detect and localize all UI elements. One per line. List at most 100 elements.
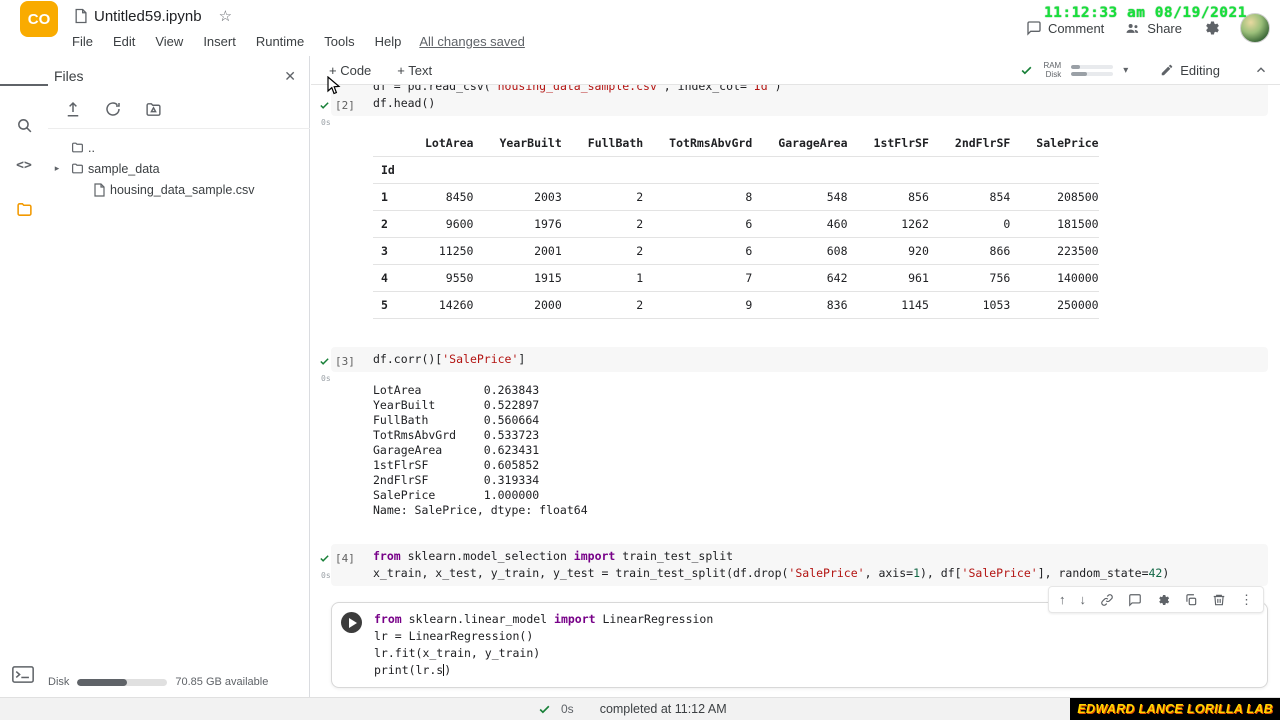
file-tree: .. ▸ sample_data housing_data_sample.csv xyxy=(48,129,310,200)
df-cell: 961 xyxy=(847,264,929,292)
colab-logo[interactable]: CO xyxy=(20,1,58,37)
menu-runtime[interactable]: Runtime xyxy=(246,34,314,49)
ram-meter-bar xyxy=(1071,64,1114,69)
code-cell-3[interactable]: [3] 0s df.corr()['SalePrice'] xyxy=(320,347,1268,383)
refresh-files-icon[interactable] xyxy=(104,100,122,118)
menu-view[interactable]: View xyxy=(145,34,193,49)
cell-success-check-icon xyxy=(320,102,329,109)
tree-item-sample-data[interactable]: ▸ sample_data xyxy=(48,158,310,179)
notebook-toolbar: + Code + Text RAM Disk ▾ Editing xyxy=(311,56,1280,85)
code-snippets-icon[interactable]: <> xyxy=(0,150,48,180)
menu-tools[interactable]: Tools xyxy=(314,34,364,49)
menu-edit[interactable]: Edit xyxy=(103,34,145,49)
code-line: x_train, x_test, y_train, y_test = train… xyxy=(373,566,1170,580)
df-cell: 9550 xyxy=(399,264,474,292)
run-cell-button[interactable] xyxy=(341,612,362,633)
df-cell: 1053 xyxy=(928,291,1011,319)
settings-gear-icon[interactable] xyxy=(1202,19,1220,37)
add-text-button[interactable]: + Text xyxy=(397,63,432,78)
tree-item-parent-dir[interactable]: .. xyxy=(48,137,310,158)
mouse-cursor xyxy=(327,76,341,96)
title-row: Untitled59.ipynb ☆ xyxy=(74,5,232,27)
df-cell: 920 xyxy=(847,237,929,265)
df-cell: 548 xyxy=(752,183,848,211)
cell-exec-badge: [3] xyxy=(319,353,355,370)
move-cell-down-icon[interactable]: ↓ xyxy=(1080,592,1087,607)
tree-item-label: housing_data_sample.csv xyxy=(110,182,255,197)
df-cell: 8 xyxy=(643,183,753,211)
df-cell: 223500 xyxy=(1010,237,1099,265)
resource-labels: RAM Disk xyxy=(1043,61,1061,79)
df-cell: 14260 xyxy=(399,291,474,319)
tree-item-housing-csv[interactable]: housing_data_sample.csv xyxy=(48,179,310,200)
toolbar-right-cluster: RAM Disk ▾ Editing xyxy=(1020,61,1268,79)
df-cell: 1145 xyxy=(847,291,929,319)
df-column-header: GarageArea xyxy=(752,130,848,157)
menu-file[interactable]: File xyxy=(62,34,103,49)
df-row: 5 14260 2000 2 9 836 1145 1053 250000 xyxy=(373,291,1099,319)
notebook-title[interactable]: Untitled59.ipynb xyxy=(94,8,202,25)
delete-cell-trash-icon[interactable] xyxy=(1212,593,1226,607)
df-row: 2 9600 1976 2 6 460 1262 0 181500 xyxy=(373,210,1099,238)
df-cell: 1 xyxy=(561,264,644,292)
mount-drive-icon[interactable] xyxy=(144,101,163,118)
df-index-name: Id xyxy=(373,156,399,184)
df-cell: 2 xyxy=(561,237,644,265)
menu-help[interactable]: Help xyxy=(365,34,412,49)
app-header: CO Untitled59.ipynb ☆ File Edit View Ins… xyxy=(0,0,1280,56)
pencil-icon xyxy=(1160,63,1174,77)
editing-mode-button[interactable]: Editing xyxy=(1160,63,1220,78)
df-cell: 9600 xyxy=(399,210,474,238)
disk-usage-bar xyxy=(77,678,168,686)
collapse-header-chevron-icon[interactable] xyxy=(1254,63,1268,77)
link-cell-icon[interactable] xyxy=(1100,593,1114,607)
comment-button[interactable]: Comment xyxy=(1026,20,1104,36)
expand-arrow-icon[interactable]: ▸ xyxy=(48,163,66,174)
exec-count: [4] xyxy=(335,552,355,565)
df-cell: 250000 xyxy=(1010,291,1099,319)
files-tab-folder-icon[interactable] xyxy=(0,194,48,224)
cell-settings-gear-icon[interactable] xyxy=(1156,593,1170,607)
exec-time: 0s xyxy=(321,118,331,127)
menu-insert[interactable]: Insert xyxy=(193,34,246,49)
df-row: 1 8450 2003 2 8 548 856 854 208500 xyxy=(373,183,1099,211)
share-button[interactable]: Share xyxy=(1124,21,1182,36)
editing-label: Editing xyxy=(1180,62,1220,78)
file-icon xyxy=(88,182,110,197)
df-cell: 756 xyxy=(928,264,1011,292)
cell-success-check-icon xyxy=(320,555,329,562)
df-cell: 836 xyxy=(752,291,848,319)
close-files-panel-icon[interactable]: ✕ xyxy=(284,68,296,85)
exec-count: [2] xyxy=(335,99,355,112)
copy-cell-icon[interactable] xyxy=(1184,593,1198,607)
resource-dropdown-caret-icon[interactable]: ▾ xyxy=(1123,65,1128,76)
files-panel-header: Files ✕ xyxy=(48,56,310,96)
focused-code-cell[interactable]: from sklearn.linear_model import LinearR… xyxy=(331,602,1268,688)
focused-cell-wrapper: ↑ ↓ ⋮ from sklearn.linear_model import L… xyxy=(311,586,1280,688)
code-cell-4[interactable]: [4] 0s from sklearn.model_selection impo… xyxy=(320,544,1268,586)
watermark-banner: EDWARD LANCE LORILLA LAB xyxy=(1070,698,1280,720)
star-icon[interactable]: ☆ xyxy=(219,7,232,25)
exec-time: 0s xyxy=(321,374,331,383)
move-cell-up-icon[interactable]: ↑ xyxy=(1059,592,1066,607)
upload-file-icon[interactable] xyxy=(64,100,82,118)
df-cell: 181500 xyxy=(1010,210,1099,238)
menu-bar: File Edit View Insert Runtime Tools Help… xyxy=(62,30,525,52)
df-column-header: SalePrice xyxy=(1010,130,1099,157)
df-cell: 856 xyxy=(847,183,929,211)
disk-label: Disk xyxy=(1045,70,1062,79)
resource-meter[interactable] xyxy=(1071,64,1114,76)
df-cell: 2003 xyxy=(473,183,562,211)
df-column-header: FullBath xyxy=(561,130,644,157)
search-icon[interactable] xyxy=(0,110,48,140)
more-actions-icon[interactable]: ⋮ xyxy=(1240,592,1253,608)
colab-app: CO Untitled59.ipynb ☆ File Edit View Ins… xyxy=(0,0,1280,720)
autosave-status[interactable]: All changes saved xyxy=(419,34,525,49)
df-cell: 642 xyxy=(752,264,848,292)
add-comment-icon[interactable] xyxy=(1128,593,1142,607)
terminal-icon[interactable] xyxy=(12,666,34,683)
tree-item-label: .. xyxy=(88,140,95,155)
files-panel-title: Files xyxy=(54,68,84,84)
df-column-header: LotArea xyxy=(399,130,474,157)
table-of-contents-icon[interactable] xyxy=(0,70,48,100)
